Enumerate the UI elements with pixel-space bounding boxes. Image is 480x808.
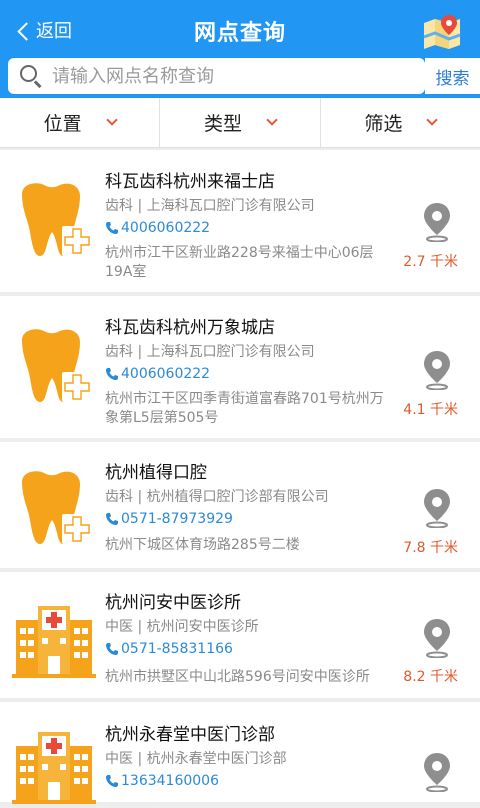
item-phone[interactable]: 4006060222	[105, 366, 210, 382]
item-address: 杭州市江干区四季青街道富春路701号杭州万象第L5层第505号	[105, 391, 384, 426]
map-icon[interactable]	[422, 13, 462, 51]
list-item[interactable]: 科瓦齿科杭州来福士店 齿科 | 上海科瓦口腔门诊有限公司 4006060222 …	[0, 150, 480, 292]
filter-type-label: 类型	[203, 113, 242, 135]
item-name: 科瓦齿科杭州来福士店	[105, 172, 275, 192]
item-distance: 2.7 千米	[403, 254, 458, 270]
hospital-icon	[12, 598, 96, 682]
item-phone[interactable]: 0571-85831166	[105, 641, 233, 657]
item-address: 杭州市江干区新业路228号来福士中心06层19A室	[105, 245, 374, 280]
filter-bar: 位置 类型 筛选	[0, 98, 480, 148]
search-box	[8, 58, 425, 94]
item-name: 杭州永春堂中医门诊部	[105, 725, 275, 745]
item-name: 杭州植得口腔	[105, 463, 207, 483]
page-title: 网点查询	[193, 21, 286, 46]
item-phone-number: 0571-87973929	[121, 511, 233, 527]
phone-icon	[105, 774, 119, 788]
item-distance: 8.2 千米	[403, 669, 458, 685]
item-phone-number: 4006060222	[121, 366, 211, 382]
filter-screen[interactable]: 筛选	[319, 98, 480, 147]
item-category: 齿科 | 上海科瓦口腔门诊有限公司	[105, 198, 315, 214]
location-pin-icon[interactable]	[422, 752, 452, 792]
phone-icon	[105, 512, 119, 526]
item-phone-number: 4006060222	[121, 220, 211, 236]
tooth-icon	[12, 326, 96, 410]
filter-type[interactable]: 类型	[159, 98, 319, 147]
item-phone[interactable]: 13634160006	[105, 773, 219, 789]
search-bar: 搜索	[0, 58, 480, 98]
tooth-icon	[12, 180, 96, 264]
chevron-down-icon	[266, 114, 278, 126]
item-distance: 7.8 千米	[403, 540, 458, 556]
item-category: 齿科 | 杭州植得口腔门诊部有限公司	[105, 489, 329, 505]
tooth-icon	[12, 468, 96, 552]
filter-location-label: 位置	[43, 113, 82, 135]
search-button[interactable]: 搜索	[425, 58, 480, 94]
location-pin-icon[interactable]	[422, 488, 452, 528]
item-name: 科瓦齿科杭州万象城店	[105, 318, 275, 338]
location-pin-icon[interactable]	[422, 350, 452, 390]
phone-icon	[105, 221, 119, 235]
item-phone[interactable]: 4006060222	[105, 220, 210, 236]
item-phone-number: 0571-85831166	[121, 641, 233, 657]
search-icon	[18, 63, 44, 89]
chevron-down-icon	[426, 114, 438, 126]
item-name: 杭州问安中医诊所	[105, 593, 241, 613]
item-category: 齿科 | 上海科瓦口腔门诊有限公司	[105, 344, 315, 360]
location-pin-icon[interactable]	[422, 202, 452, 242]
phone-icon	[105, 367, 119, 381]
chevron-down-icon	[106, 114, 118, 126]
app-header: 返回 网点查询	[0, 0, 480, 62]
list-item[interactable]: 杭州植得口腔 齿科 | 杭州植得口腔门诊部有限公司 0571-87973929 …	[0, 442, 480, 568]
item-phone-number: 13634160006	[121, 773, 219, 789]
list-item[interactable]: 杭州永春堂中医门诊部 中医 | 杭州永春堂中医门诊部 13634160006	[0, 702, 480, 802]
location-pin-icon[interactable]	[422, 618, 452, 658]
phone-icon	[105, 642, 119, 656]
filter-location[interactable]: 位置	[0, 98, 159, 147]
item-phone[interactable]: 0571-87973929	[105, 511, 233, 527]
item-category: 中医 | 杭州问安中医诊所	[105, 619, 259, 635]
list-item[interactable]: 科瓦齿科杭州万象城店 齿科 | 上海科瓦口腔门诊有限公司 4006060222 …	[0, 296, 480, 438]
item-address: 杭州市拱墅区中山北路596号问安中医诊所	[105, 669, 370, 685]
filter-screen-label: 筛选	[364, 113, 403, 135]
item-category: 中医 | 杭州永春堂中医门诊部	[105, 751, 287, 767]
item-distance: 4.1 千米	[403, 402, 458, 418]
search-input[interactable]	[52, 61, 425, 91]
item-address: 杭州下城区体育场路285号二楼	[105, 537, 300, 553]
hospital-icon	[12, 724, 96, 808]
list-item[interactable]: 杭州问安中医诊所 中医 | 杭州问安中医诊所 0571-85831166 杭州市…	[0, 572, 480, 698]
